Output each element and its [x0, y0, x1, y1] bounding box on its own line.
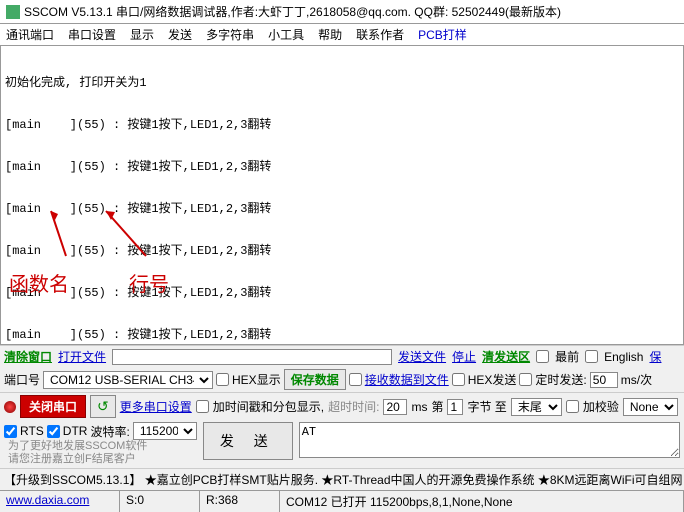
app-icon [6, 5, 20, 19]
console-line: [main ](55) : 按键1按下,LED1,2,3翻转 [5, 328, 679, 342]
menu-multistring[interactable]: 多字符串 [206, 26, 254, 43]
crc-checkbox[interactable] [566, 400, 579, 413]
menu-help[interactable]: 帮助 [318, 26, 342, 43]
send-textarea[interactable]: AT [299, 422, 680, 458]
console-line: [main ](55) : 按键1按下,LED1,2,3翻转 [5, 286, 679, 300]
menu-display[interactable]: 显示 [130, 26, 154, 43]
status-recv: R:368 [200, 491, 280, 512]
menu-contact[interactable]: 联系作者 [356, 26, 404, 43]
console-line: [main ](55) : 按键1按下,LED1,2,3翻转 [5, 160, 679, 174]
send-button[interactable]: 发 送 [203, 422, 293, 460]
hex-send-checkbox[interactable] [452, 373, 465, 386]
save-param-button[interactable]: 保 [649, 348, 661, 365]
menu-tools[interactable]: 小工具 [268, 26, 304, 43]
baud-select[interactable]: 115200 [133, 422, 197, 440]
timeout-input[interactable] [383, 399, 407, 415]
menu-port[interactable]: 通讯端口 [6, 26, 54, 43]
port-label: 端口号 [4, 371, 40, 388]
menu-settings[interactable]: 串口设置 [68, 26, 116, 43]
console-line: [main ](55) : 按键1按下,LED1,2,3翻转 [5, 244, 679, 258]
rts-checkbox[interactable] [4, 425, 17, 438]
control-panel: 关闭串口 ↺ 更多串口设置 加时间戳和分包显示, 超时时间: ms 第 字节 至… [0, 392, 684, 420]
crc-select[interactable]: None [623, 398, 678, 416]
clear-window-button[interactable]: 清除窗口 [4, 348, 52, 365]
console-line: 初始化完成, 打印开关为1 [5, 76, 679, 90]
status-sent: S:0 [120, 491, 200, 512]
reload-button[interactable]: ↺ [90, 395, 116, 418]
dtr-checkbox[interactable] [47, 425, 60, 438]
clear-send-button[interactable]: 清发送区 [482, 348, 530, 365]
file-path-input[interactable] [112, 349, 392, 365]
console-line: [main ](55) : 按键1按下,LED1,2,3翻转 [5, 202, 679, 216]
port-select[interactable]: COM12 USB-SERIAL CH340 [43, 371, 213, 389]
window-title: SSCOM V5.13.1 串口/网络数据调试器,作者:大虾丁丁,2618058… [24, 3, 561, 20]
close-port-button[interactable]: 关闭串口 [20, 395, 86, 418]
console-line: [main ](55) : 按键1按下,LED1,2,3翻转 [5, 118, 679, 132]
topmost-checkbox[interactable] [536, 350, 549, 363]
hint-text: 为了更好地发展SSCOM软件 [4, 440, 197, 453]
toolbar-console: 清除窗口 打开文件 发送文件 停止 清发送区 最前 English 保 [0, 345, 684, 367]
toolbar-port: 端口号 COM12 USB-SERIAL CH340 HEX显示 保存数据 接收… [0, 367, 684, 392]
stop-button[interactable]: 停止 [452, 348, 476, 365]
more-settings-button[interactable]: 更多串口设置 [120, 398, 192, 415]
english-checkbox[interactable] [585, 350, 598, 363]
recv-to-file-checkbox[interactable] [349, 373, 362, 386]
end-select[interactable]: 末尾 [511, 398, 562, 416]
menu-bar: 通讯端口 串口设置 显示 发送 多字符串 小工具 帮助 联系作者 PCB打样 [0, 24, 684, 45]
timed-ms-input[interactable] [590, 372, 618, 388]
title-bar: SSCOM V5.13.1 串口/网络数据调试器,作者:大虾丁丁,2618058… [0, 0, 684, 24]
save-data-button[interactable]: 保存数据 [284, 369, 346, 390]
promo-bar: 【升级到SSCOM5.13.1】 ★嘉立创PCB打样SMT贴片服务. ★RT-T… [0, 468, 684, 490]
send-row: RTS DTR 波特率: 115200 为了更好地发展SSCOM软件 请您注册嘉… [0, 420, 684, 468]
timed-send-checkbox[interactable] [519, 373, 532, 386]
send-file-button[interactable]: 发送文件 [398, 348, 446, 365]
hex-show-checkbox[interactable] [216, 373, 229, 386]
console-output[interactable]: 初始化完成, 打印开关为1 [main ](55) : 按键1按下,LED1,2… [0, 45, 684, 345]
status-bar: www.daxia.com S:0 R:368 COM12 已打开 115200… [0, 490, 684, 512]
timestamp-checkbox[interactable] [196, 400, 209, 413]
open-file-button[interactable]: 打开文件 [58, 348, 106, 365]
hint-text: 请您注册嘉立创F结尾客户 [4, 453, 197, 466]
record-icon [4, 401, 16, 413]
status-url[interactable]: www.daxia.com [0, 491, 120, 512]
menu-pcb[interactable]: PCB打样 [418, 26, 467, 43]
menu-send[interactable]: 发送 [168, 26, 192, 43]
status-info: COM12 已打开 115200bps,8,1,None,None [280, 491, 684, 512]
packet-input[interactable] [447, 399, 463, 415]
